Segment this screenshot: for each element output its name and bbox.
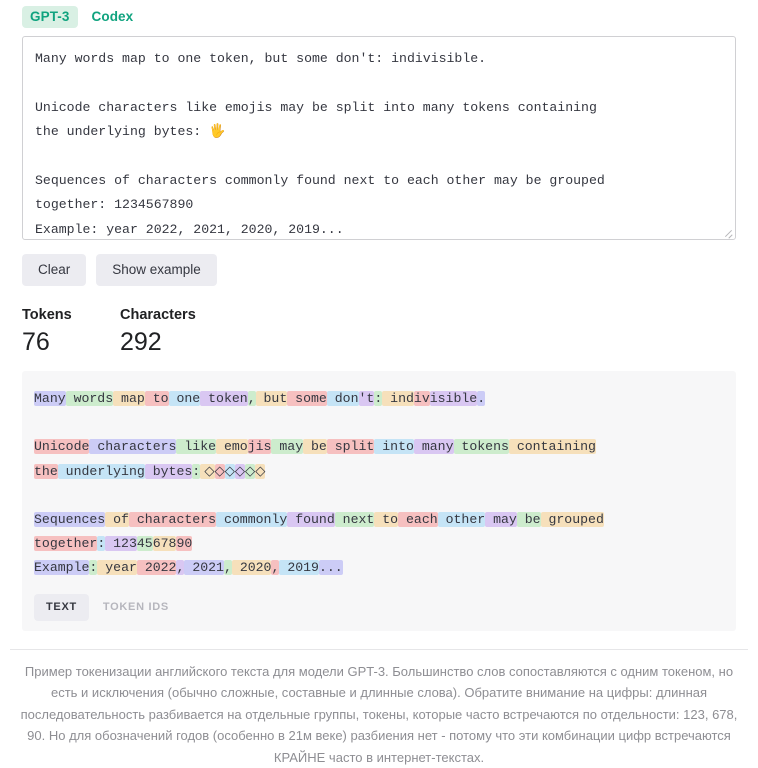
token: some: [287, 391, 327, 406]
input-line-6: Example: year 2022, 2021, 2020, 2019...: [35, 221, 344, 237]
token: 2022: [136, 560, 177, 576]
tab-text-view[interactable]: TEXT: [34, 593, 89, 621]
input-line-1: Many words map to one token, but some do…: [35, 51, 487, 66]
token: into: [374, 439, 414, 455]
token: containing: [508, 439, 596, 455]
token: but: [255, 391, 288, 406]
input-line-2: Unicode characters like emojis may be sp…: [35, 99, 597, 115]
token: ◇: [234, 463, 246, 479]
token: ◇: [245, 463, 256, 479]
token: ,: [247, 391, 256, 406]
token: characters: [89, 439, 177, 455]
tab-codex[interactable]: Codex: [84, 6, 142, 28]
token: ind: [382, 391, 414, 406]
token: ◇: [224, 463, 235, 479]
token: may: [485, 512, 517, 528]
token: 2021: [184, 560, 224, 576]
token: emo: [216, 439, 248, 455]
token: 45: [136, 536, 153, 552]
token: .: [477, 391, 486, 406]
caption-text: Пример токенизации английского текста дл…: [20, 663, 738, 765]
token: to: [144, 391, 169, 406]
characters-value: 292: [120, 328, 162, 356]
token: split: [326, 439, 375, 455]
token: characters: [128, 512, 217, 528]
characters-label: Characters: [120, 307, 196, 323]
token: Example: [34, 560, 90, 576]
token: 123: [105, 536, 137, 552]
token: 2020: [231, 560, 272, 576]
view-tab-bar: TEXT TOKEN IDS: [34, 593, 724, 621]
tab-token-ids-view[interactable]: TOKEN IDS: [91, 594, 181, 621]
token: jis: [247, 439, 272, 455]
token: ,: [223, 560, 232, 576]
tokenizer-page: GPT-3 Codex Many words map to one token,…: [0, 0, 758, 765]
token: token: [200, 391, 248, 406]
token: ◇: [255, 463, 266, 479]
tab-gpt3[interactable]: GPT-3: [22, 6, 78, 28]
token: many: [413, 439, 454, 455]
token: be: [516, 512, 541, 528]
tokens-value: 76: [22, 328, 50, 356]
token: the: [34, 463, 58, 479]
clear-button[interactable]: Clear: [22, 254, 87, 286]
token: Unicode: [34, 439, 90, 455]
token: 90: [176, 536, 193, 552]
token: may: [271, 439, 304, 455]
token: 678: [152, 536, 177, 552]
token: one: [168, 391, 201, 406]
stats-row: Tokens 76 Characters 292: [22, 306, 736, 357]
tokens-stat: Tokens 76: [22, 306, 120, 357]
token: be: [303, 439, 327, 455]
section-divider: [10, 648, 748, 650]
tokenized-text: Many words map to one token, but some do…: [34, 387, 724, 581]
token: 't: [358, 391, 375, 406]
token: ...: [318, 560, 343, 576]
token: Many: [34, 391, 66, 406]
token: ◇: [200, 463, 215, 479]
token: year: [97, 560, 137, 576]
token: underlying: [57, 463, 145, 479]
tokens-label: Tokens: [22, 307, 72, 323]
model-tab-bar: GPT-3 Codex: [0, 0, 758, 36]
token: bytes: [144, 463, 193, 479]
token: words: [65, 391, 114, 406]
characters-stat: Characters 292: [120, 306, 196, 357]
prompt-textarea[interactable]: Many words map to one token, but some do…: [22, 36, 736, 240]
token: other: [437, 512, 486, 528]
token: next: [334, 512, 375, 528]
token: like: [176, 439, 217, 455]
token: found: [287, 512, 335, 528]
token: isible: [429, 391, 478, 406]
token: commonly: [216, 512, 288, 528]
token: map: [113, 391, 145, 406]
token: ◇: [214, 463, 225, 479]
action-button-row: Clear Show example: [22, 254, 736, 286]
token: iv: [413, 391, 430, 406]
token: of: [105, 512, 129, 528]
token: grouped: [540, 512, 604, 528]
token: to: [374, 512, 399, 528]
token: don: [326, 391, 359, 406]
input-line-5: together: 1234567890: [35, 197, 194, 213]
tokenized-output-panel: Many words map to one token, but some do…: [22, 371, 736, 631]
token: together: [34, 536, 98, 552]
show-example-button[interactable]: Show example: [96, 254, 217, 286]
token: each: [398, 512, 438, 528]
token: tokens: [453, 439, 509, 455]
input-line-3: the underlying bytes:: [35, 124, 210, 140]
token: 2019: [279, 560, 319, 576]
input-area-wrapper: Many words map to one token, but some do…: [22, 36, 736, 240]
input-line-4: Sequences of characters commonly found n…: [35, 173, 605, 189]
raised-hand-emoji: 🖐: [209, 124, 226, 140]
token: Sequences: [34, 512, 106, 528]
